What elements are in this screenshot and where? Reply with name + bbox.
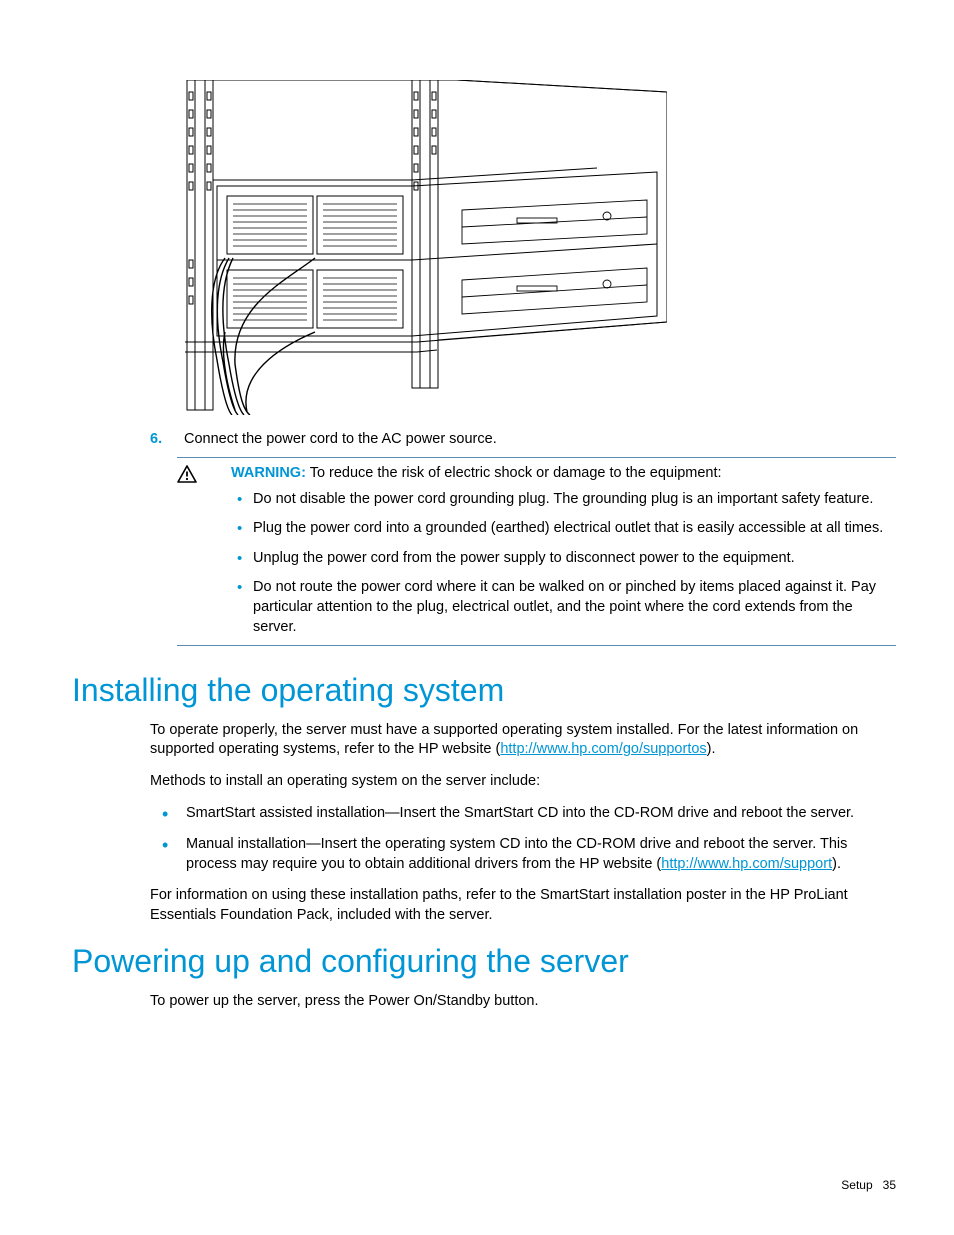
warning-bullet: Unplug the power cord from the power sup…: [231, 549, 896, 569]
list-item: Manual installation—Insert the operating…: [150, 835, 896, 874]
power-paragraph-1: To power up the server, press the Power …: [150, 992, 896, 1012]
heading-installing-os: Installing the operating system: [72, 672, 896, 709]
warning-intro: WARNING: To reduce the risk of electric …: [231, 464, 896, 484]
warning-bullet: Do not disable the power cord grounding …: [231, 490, 896, 510]
install-methods-list: SmartStart assisted installation—Insert …: [150, 804, 896, 875]
link-supportos[interactable]: http://www.hp.com/go/supportos: [500, 741, 706, 757]
footer-section: Setup: [841, 1178, 872, 1192]
warning-callout: WARNING: To reduce the risk of electric …: [177, 457, 896, 646]
warning-label: WARNING:: [231, 465, 306, 481]
link-support[interactable]: http://www.hp.com/support: [661, 856, 832, 872]
server-rack-illustration: [177, 80, 896, 422]
list-item: SmartStart assisted installation—Insert …: [150, 804, 896, 824]
install-paragraph-3: For information on using these installat…: [150, 886, 896, 925]
step-6: 6. Connect the power cord to the AC powe…: [150, 430, 896, 450]
step-number: 6.: [150, 430, 184, 450]
install-paragraph-2: Methods to install an operating system o…: [150, 772, 896, 792]
warning-bullet-list: Do not disable the power cord grounding …: [231, 490, 896, 637]
warning-bullet: Do not route the power cord where it can…: [231, 578, 896, 637]
install-paragraph-1: To operate properly, the server must hav…: [150, 721, 896, 760]
warning-bullet: Plug the power cord into a grounded (ear…: [231, 519, 896, 539]
heading-powering-up: Powering up and configuring the server: [72, 943, 896, 980]
warning-intro-text: To reduce the risk of electric shock or …: [306, 465, 722, 481]
footer-page-number: 35: [883, 1178, 896, 1192]
warning-icon: [177, 464, 203, 483]
step-text: Connect the power cord to the AC power s…: [184, 430, 896, 450]
page-footer: Setup 35: [841, 1177, 896, 1193]
